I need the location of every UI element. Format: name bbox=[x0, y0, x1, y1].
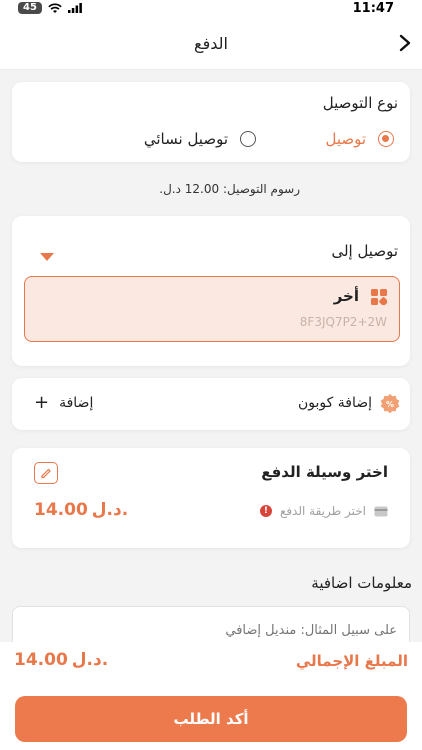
coupon-card: % إضافة كوبون + إضافة bbox=[12, 378, 410, 430]
payment-amount: 14.00 د.ل. bbox=[34, 500, 128, 520]
delivery-type-title: نوع التوصيل bbox=[322, 94, 398, 112]
caret-down-icon bbox=[40, 253, 54, 261]
alert-icon: ! bbox=[259, 505, 272, 517]
status-indicators: 45 bbox=[18, 2, 82, 14]
delivery-option-women[interactable]: توصيل نسائي bbox=[144, 130, 256, 148]
payment-currency: د.ل. bbox=[91, 500, 129, 520]
status-time: 11:47 bbox=[352, 1, 394, 16]
delivery-option-label: توصيل نسائي bbox=[143, 130, 228, 148]
svg-text:%: % bbox=[386, 400, 394, 409]
address-name: أخر bbox=[333, 287, 359, 305]
battery-level: 45 bbox=[18, 2, 42, 14]
pencil-icon bbox=[41, 468, 51, 479]
coupon-badge-icon: % bbox=[380, 394, 400, 414]
payment-amount-value: 14.00 bbox=[34, 500, 88, 520]
delivery-to-title: توصيل إلى bbox=[331, 242, 398, 260]
wifi-icon bbox=[48, 2, 62, 13]
total-amount: 14.00 د.ل. bbox=[14, 650, 108, 670]
payment-card: اختر وسيلة الدفع اختر طريقة الدفع ! 14.0… bbox=[12, 448, 410, 548]
delivery-option-label: توصيل bbox=[325, 130, 366, 148]
total-bar: المبلغ الإجمالي 14.00 د.ل. أكد الطلب bbox=[0, 642, 422, 750]
payment-method-select[interactable]: اختر طريقة الدفع ! bbox=[259, 504, 388, 518]
card-icon bbox=[374, 506, 388, 516]
plus-icon: + bbox=[34, 392, 50, 413]
total-label: المبلغ الإجمالي bbox=[295, 652, 408, 670]
address-apps-icon bbox=[371, 289, 388, 306]
coupon-label: إضافة كوبون bbox=[298, 395, 372, 411]
radio-unselected-icon[interactable] bbox=[240, 131, 256, 147]
edit-payment-button[interactable] bbox=[34, 462, 58, 484]
address-code: 8F3JQ7P2+2W bbox=[299, 315, 387, 329]
selected-address[interactable]: أخر 8F3JQ7P2+2W bbox=[24, 276, 400, 342]
payment-title: اختر وسيلة الدفع bbox=[261, 463, 388, 481]
confirm-order-button[interactable]: أكد الطلب bbox=[15, 696, 407, 742]
radio-selected-icon[interactable] bbox=[378, 131, 394, 147]
delivery-address-card: توصيل إلى أخر 8F3JQ7P2+2W bbox=[12, 216, 410, 366]
delivery-fee-text: رسوم التوصيل: 12.00 د.ل. bbox=[159, 182, 300, 196]
page-title: الدفع bbox=[194, 34, 228, 53]
total-currency: د.ل. bbox=[71, 650, 109, 670]
page-header: الدفع bbox=[0, 18, 422, 70]
status-bar: 45 11:47 bbox=[0, 0, 422, 18]
delivery-option-standard[interactable]: توصيل bbox=[325, 130, 394, 148]
payment-method-placeholder: اختر طريقة الدفع bbox=[279, 504, 366, 518]
add-coupon-button[interactable]: + إضافة bbox=[34, 392, 93, 413]
signal-icon bbox=[67, 3, 82, 13]
address-dropdown-toggle[interactable] bbox=[40, 246, 54, 265]
total-amount-value: 14.00 bbox=[14, 650, 68, 670]
add-coupon-label: إضافة bbox=[59, 394, 94, 411]
delivery-type-card: نوع التوصيل توصيل توصيل نسائي bbox=[12, 82, 410, 162]
chevron-right-icon bbox=[399, 34, 411, 52]
extra-info-title: معلومات اضافية bbox=[311, 574, 412, 592]
back-button[interactable] bbox=[394, 32, 416, 54]
